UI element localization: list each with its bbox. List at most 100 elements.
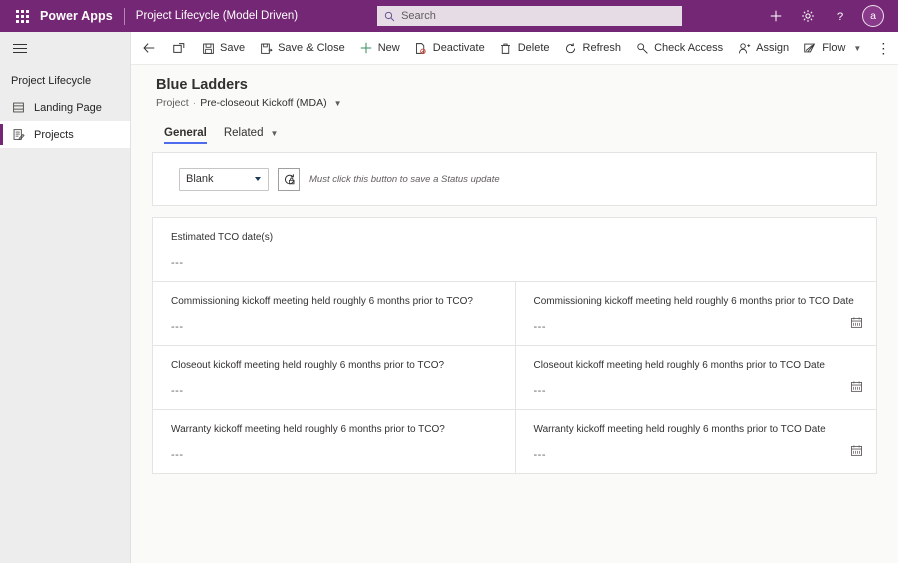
subtitle-separator: · [192, 97, 197, 109]
field-commissioning-kickoff-date[interactable]: Commissioning kickoff meeting held rough… [514, 282, 877, 345]
calendar-icon[interactable] [850, 316, 863, 334]
command-label: Save [220, 42, 246, 54]
overflow-menu-button[interactable]: ⋮ [868, 33, 898, 63]
refresh-button[interactable]: Refresh [557, 33, 629, 63]
settings-button[interactable] [793, 0, 823, 32]
list-form-icon [9, 128, 27, 141]
field-value[interactable]: --- [171, 321, 497, 333]
field-value[interactable]: --- [534, 321, 859, 333]
field-closeout-kickoff[interactable]: Closeout kickoff meeting held roughly 6 … [153, 346, 515, 409]
refresh-icon [564, 41, 578, 55]
open-in-new-window-icon [172, 41, 186, 55]
key-icon [635, 41, 649, 55]
field-value[interactable]: --- [534, 385, 859, 397]
search-icon [384, 11, 395, 21]
new-button[interactable] [761, 0, 791, 32]
field-estimated-tco-dates[interactable]: Estimated TCO date(s) --- [153, 218, 876, 281]
calendar-icon[interactable] [850, 444, 863, 462]
command-label: Deactivate [432, 42, 485, 54]
chevron-down-icon: ▼ [853, 43, 862, 53]
form-row: Closeout kickoff meeting held roughly 6 … [153, 346, 876, 410]
sidebar-collapse-icon[interactable] [0, 32, 40, 65]
status-dropdown[interactable]: Blank [179, 167, 269, 191]
command-label: Delete [517, 42, 550, 54]
field-value[interactable]: --- [171, 385, 497, 397]
header-actions: ? a [761, 0, 890, 32]
plus-icon [770, 10, 782, 22]
flow-button[interactable]: Flow ▼ [796, 33, 868, 63]
save-button[interactable]: Save [194, 33, 252, 63]
field-label: Warranty kickoff meeting held roughly 6 … [533, 424, 826, 435]
app-name-label[interactable]: Project Lifecycle (Model Driven) [136, 10, 298, 22]
help-button[interactable]: ? [825, 0, 855, 32]
dashboard-icon [9, 101, 27, 114]
svg-text:?: ? [837, 11, 843, 23]
save-and-close-button[interactable]: Save & Close [252, 33, 352, 63]
chevron-down-icon[interactable]: ▼ [334, 99, 342, 108]
field-value[interactable]: --- [534, 449, 859, 461]
field-value[interactable]: --- [171, 257, 858, 269]
sidebar-item-projects[interactable]: Projects [0, 121, 130, 148]
chevron-down-icon: ▼ [270, 128, 279, 138]
avatar-initial: a [870, 10, 876, 22]
new-record-button[interactable]: New [352, 33, 407, 63]
status-dropdown-wrapper: Blank [179, 167, 269, 191]
tab-label: General [164, 127, 207, 139]
plus-icon [359, 41, 373, 55]
check-access-button[interactable]: Check Access [628, 33, 730, 63]
status-update-row: Blank Must click this button to save a S… [153, 153, 876, 205]
form-fields-card: Estimated TCO date(s) --- Commissioning … [152, 217, 877, 474]
sidebar-item-label: Landing Page [34, 101, 102, 114]
form-row: Commissioning kickoff meeting held rough… [153, 282, 876, 346]
delete-button[interactable]: Delete [492, 33, 557, 63]
field-value[interactable]: --- [171, 449, 497, 461]
field-warranty-kickoff[interactable]: Warranty kickoff meeting held roughly 6 … [153, 410, 515, 473]
brand-label[interactable]: Power Apps [40, 9, 113, 23]
tab-general[interactable]: General [164, 127, 207, 144]
question-icon: ? [837, 11, 843, 23]
command-label: Flow [822, 42, 846, 54]
save-icon [201, 41, 215, 55]
field-closeout-kickoff-date[interactable]: Closeout kickoff meeting held roughly 6 … [514, 346, 877, 409]
open-in-new-window-button[interactable] [164, 33, 194, 63]
command-label: Check Access [654, 42, 724, 54]
field-label: Warranty kickoff meeting held roughly 6 … [171, 424, 445, 435]
flow-icon [803, 41, 817, 55]
tab-related[interactable]: Related ▼ [224, 127, 279, 144]
form-row: Estimated TCO date(s) --- [153, 218, 876, 282]
deactivate-button[interactable]: Deactivate [407, 33, 492, 63]
command-label: Save & Close [278, 42, 345, 54]
search-container: Search [377, 6, 683, 26]
tab-label: Related [223, 127, 264, 139]
waffle-menu-icon[interactable] [8, 0, 36, 32]
field-label: Estimated TCO date(s) [171, 232, 274, 243]
field-warranty-kickoff-date[interactable]: Warranty kickoff meeting held roughly 6 … [514, 410, 877, 473]
field-label: Commissioning kickoff meeting held rough… [533, 296, 854, 307]
calendar-icon[interactable] [850, 380, 863, 398]
field-label: Commissioning kickoff meeting held rough… [171, 296, 473, 307]
search-placeholder-text: Search [401, 10, 436, 22]
back-button[interactable] [134, 33, 164, 63]
search-input[interactable]: Search [377, 6, 683, 26]
record-header: Blue Ladders Project · Pre-closeout Kick… [131, 65, 898, 144]
ellipsis-icon: ⋮ [876, 40, 891, 56]
entity-name-label: Project [156, 97, 189, 109]
deactivate-icon [414, 41, 428, 55]
field-label: Closeout kickoff meeting held roughly 6 … [533, 360, 825, 371]
save-status-button[interactable] [278, 167, 300, 191]
save-status-icon [284, 173, 294, 184]
page-title: Blue Ladders [156, 77, 248, 93]
status-update-card: Blank Must click this button to save a S… [152, 152, 877, 206]
gear-icon [802, 10, 814, 22]
command-label: Assign [756, 42, 790, 54]
status-update-hint: Must click this button to save a Status … [309, 173, 500, 185]
save-close-icon [259, 41, 273, 55]
avatar[interactable]: a [862, 5, 884, 27]
field-commissioning-kickoff[interactable]: Commissioning kickoff meeting held rough… [153, 282, 515, 345]
assign-person-icon [737, 41, 751, 55]
business-process-label[interactable]: Pre-closeout Kickoff (MDA) [200, 97, 326, 109]
command-label: Refresh [582, 42, 622, 54]
sidebar-group-title: Project Lifecycle [11, 75, 92, 87]
sidebar-item-landing-page[interactable]: Landing Page [0, 94, 130, 121]
assign-button[interactable]: Assign [730, 33, 796, 63]
